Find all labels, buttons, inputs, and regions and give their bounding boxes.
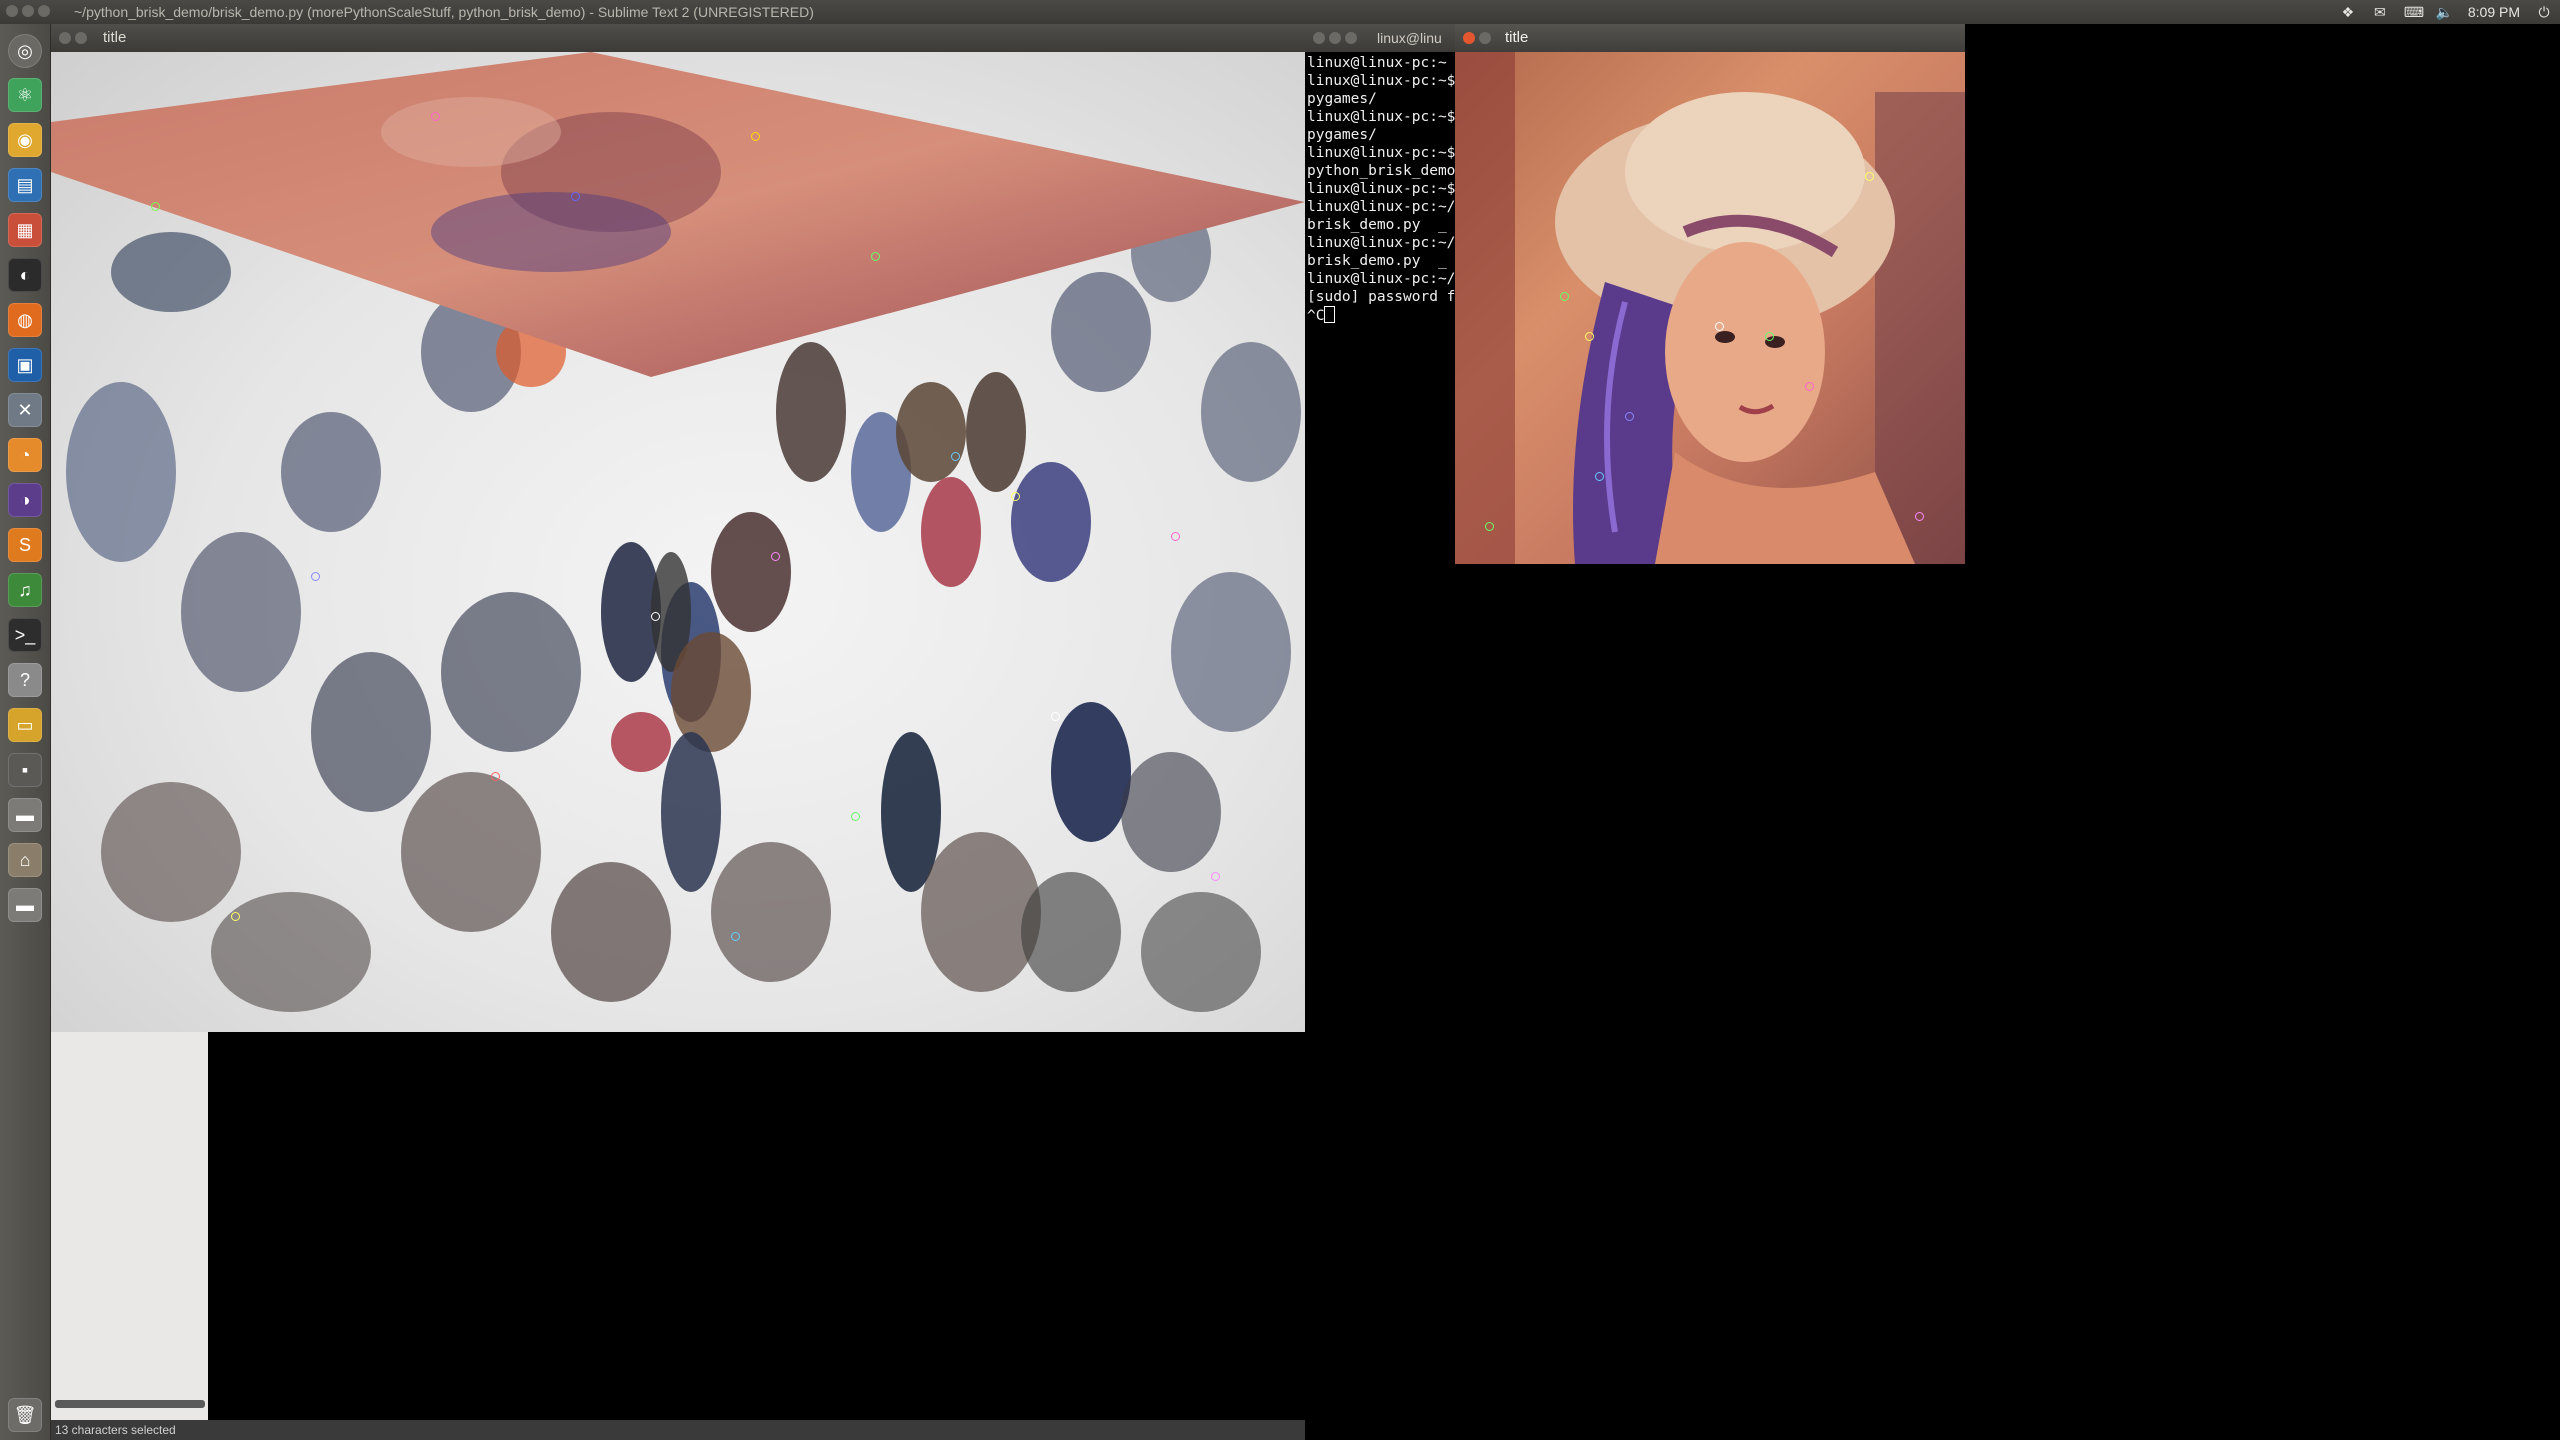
opencv-window-portrait[interactable]: title bbox=[1455, 24, 1965, 564]
top-panel: ~/python_brisk_demo/brisk_demo.py (moreP… bbox=[0, 0, 2560, 24]
maximize-button[interactable] bbox=[1345, 32, 1357, 44]
calculator-icon[interactable]: ▦ bbox=[8, 213, 42, 247]
sublime-editor[interactable] bbox=[208, 1030, 1305, 1420]
virtualbox-icon[interactable]: ▣ bbox=[8, 348, 42, 382]
spotify-icon[interactable]: ♫ bbox=[8, 573, 42, 607]
terminal-title: linux@linu bbox=[1377, 30, 1442, 46]
dash-home-icon[interactable]: ◎ bbox=[8, 34, 42, 68]
drive-icon[interactable]: ▬ bbox=[8, 888, 42, 922]
crowd-scene bbox=[51, 52, 1305, 1012]
home-folder-icon[interactable]: ⌂ bbox=[8, 843, 42, 877]
window-title: title bbox=[103, 29, 127, 46]
minimize-button[interactable] bbox=[22, 5, 34, 17]
trash-icon[interactable]: 🗑 bbox=[8, 1398, 42, 1432]
portrait-scene bbox=[1455, 52, 1965, 564]
window-title: title bbox=[1505, 29, 1529, 46]
messaging-icon[interactable]: ✉ bbox=[2372, 5, 2388, 19]
launcher: ◎ ⚛ ◉ ▤ ▦ ◐ ◍ ▣ ✕ ◔ ◑ S ♫ >_ ? ▭ ▪ ▬ ⌂ ▬… bbox=[0, 24, 51, 1440]
window-titlebar[interactable]: title bbox=[51, 24, 1305, 52]
status-bar: 13 characters selected bbox=[51, 1420, 1305, 1440]
workspace-switcher-icon[interactable]: ▪ bbox=[8, 753, 42, 787]
close-button[interactable] bbox=[1313, 32, 1325, 44]
system-tray: ❖ ✉ ⌨ 🔈 8:09 PM ⏻ bbox=[2340, 0, 2552, 24]
clock[interactable]: 8:09 PM bbox=[2468, 0, 2520, 24]
firefox-icon[interactable]: ◍ bbox=[8, 303, 42, 337]
chrome-app-icon[interactable]: ◉ bbox=[8, 123, 42, 157]
terminal-icon[interactable]: >_ bbox=[8, 618, 42, 652]
blender-icon[interactable]: ◔ bbox=[8, 438, 42, 472]
dropbox-icon[interactable]: ❖ bbox=[2340, 5, 2356, 19]
opencv-window-crowd[interactable]: title bbox=[51, 24, 1305, 1032]
steam-icon[interactable]: ◐ bbox=[8, 258, 42, 292]
terminal-output[interactable]: linux@linux-pc:~ linux@linux-pc:~$ pygam… bbox=[1305, 52, 1455, 325]
system-settings-icon[interactable]: ✕ bbox=[8, 393, 42, 427]
close-button[interactable] bbox=[59, 32, 71, 44]
maximize-button[interactable] bbox=[38, 5, 50, 17]
terminal-titlebar[interactable]: linux@linu bbox=[1305, 24, 1455, 52]
eclipse-icon[interactable]: ◑ bbox=[8, 483, 42, 517]
sublime-sidebar[interactable] bbox=[51, 1030, 208, 1420]
terminal-cursor bbox=[1324, 306, 1336, 323]
atom-app-icon[interactable]: ⚛ bbox=[8, 78, 42, 112]
minimize-button[interactable] bbox=[75, 32, 87, 44]
drive-icon[interactable]: ▬ bbox=[8, 798, 42, 832]
sidebar-scrollbar[interactable] bbox=[55, 1400, 205, 1408]
sublime-text-icon[interactable]: S bbox=[8, 528, 42, 562]
session-icon[interactable]: ⏻ bbox=[2536, 5, 2552, 19]
portrait-image bbox=[1455, 52, 1965, 564]
volume-icon[interactable]: 🔈 bbox=[2436, 5, 2453, 19]
help-icon[interactable]: ? bbox=[8, 663, 42, 697]
window-controls bbox=[6, 5, 50, 17]
minimize-button[interactable] bbox=[1329, 32, 1341, 44]
close-button[interactable] bbox=[6, 5, 18, 17]
crowd-image bbox=[51, 52, 1305, 1032]
terminal-window[interactable]: linux@linu linux@linux-pc:~ linux@linux-… bbox=[1305, 24, 1455, 584]
keyboard-icon[interactable]: ⌨ bbox=[2404, 5, 2424, 19]
minimize-button[interactable] bbox=[1479, 32, 1491, 44]
libreoffice-writer-icon[interactable]: ▤ bbox=[8, 168, 42, 202]
active-window-title: ~/python_brisk_demo/brisk_demo.py (moreP… bbox=[74, 4, 814, 20]
close-button[interactable] bbox=[1463, 32, 1475, 44]
window-titlebar[interactable]: title bbox=[1455, 24, 1965, 52]
scanner-icon[interactable]: ▭ bbox=[8, 708, 42, 742]
